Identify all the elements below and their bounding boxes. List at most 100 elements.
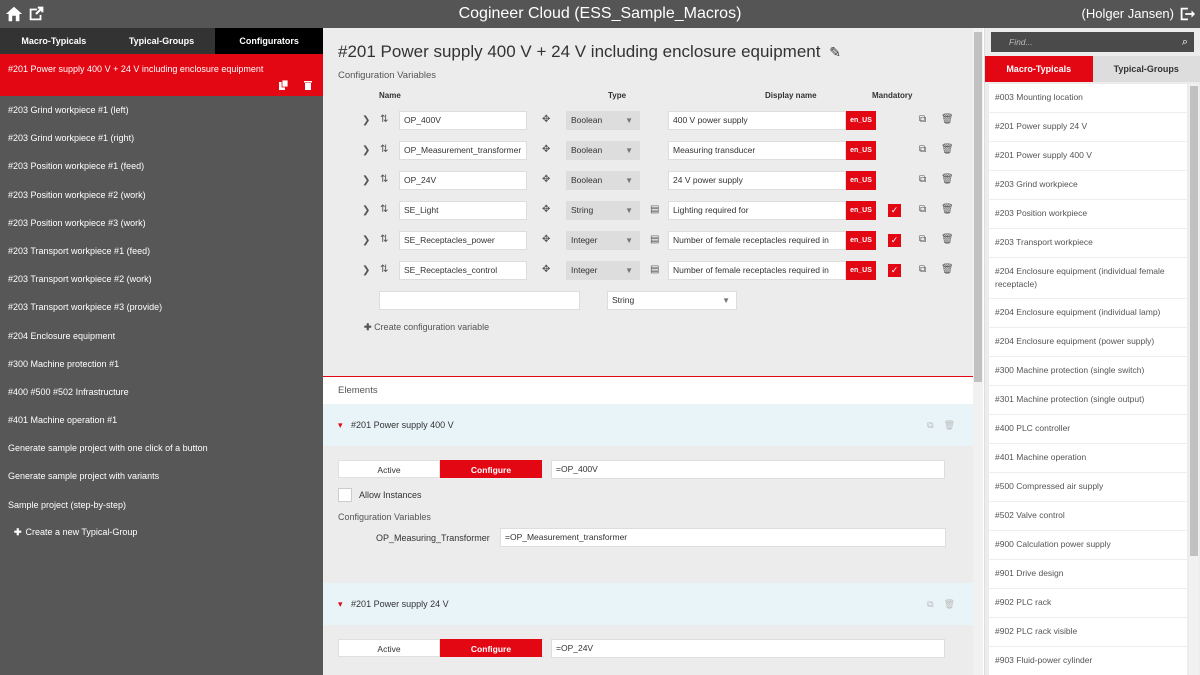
macro-typical-item[interactable]: #502 Valve control xyxy=(989,502,1187,531)
element-expression-input[interactable]: =OP_24V xyxy=(551,639,945,658)
move-icon[interactable]: ✥ xyxy=(542,234,550,245)
configurator-list-item[interactable]: #203 Transport workpiece #1 (feed) xyxy=(0,237,323,265)
configurator-list-item[interactable]: Generate sample project with one click o… xyxy=(0,434,323,462)
mandatory-checkbox[interactable]: ✓ xyxy=(888,264,901,277)
language-badge[interactable]: en_US xyxy=(846,141,876,160)
macro-typical-item[interactable]: #204 Enclosure equipment (individual lam… xyxy=(989,299,1187,328)
configurator-list-item[interactable]: #401 Machine operation #1 xyxy=(0,406,323,434)
variable-name-input[interactable]: OP_Measurement_transformer xyxy=(399,141,527,160)
configurator-list-item[interactable]: #203 Grind workpiece #1 (left) xyxy=(0,96,323,124)
trash-icon[interactable]: 🗑 xyxy=(941,144,954,155)
configurator-list-item[interactable]: #204 Enclosure equipment xyxy=(0,322,323,350)
configurator-list-item[interactable]: #203 Transport workpiece #2 (work) xyxy=(0,265,323,293)
copy-icon[interactable]: ⧉ xyxy=(919,114,926,125)
copy-icon[interactable]: ⧉ xyxy=(919,144,926,155)
copy-icon[interactable] xyxy=(279,80,289,90)
macro-typical-item[interactable]: #901 Drive design xyxy=(989,560,1187,589)
macro-typical-item[interactable]: #301 Machine protection (single output) xyxy=(989,386,1187,415)
tab-macro-typicals[interactable]: Macro-Typicals xyxy=(0,28,108,54)
configurator-list-item[interactable]: #203 Position workpiece #3 (work) xyxy=(0,209,323,237)
macro-typical-item[interactable]: #400 PLC controller xyxy=(989,415,1187,444)
trash-icon[interactable]: 🗑 xyxy=(941,114,954,125)
chevron-right-icon[interactable]: ❯ xyxy=(362,205,370,216)
variable-type-select[interactable]: Boolean ▼ xyxy=(566,141,640,160)
variable-type-select[interactable]: Boolean ▼ xyxy=(566,171,640,190)
sort-icon[interactable]: ⇅ xyxy=(380,114,388,125)
macro-typical-item[interactable]: #203 Transport workpiece xyxy=(989,229,1187,258)
trash-icon[interactable]: 🗑 xyxy=(941,174,954,185)
allow-instances-checkbox[interactable] xyxy=(338,488,352,502)
configurator-list-item[interactable]: #203 Transport workpiece #3 (provide) xyxy=(0,293,323,321)
list-icon[interactable]: ▤ xyxy=(650,204,659,215)
scrollbar-thumb[interactable] xyxy=(974,32,982,382)
active-toggle[interactable]: Active xyxy=(338,460,440,478)
new-variable-name-input[interactable] xyxy=(379,291,580,310)
copy-icon[interactable]: ⧉ xyxy=(919,234,926,245)
trash-icon[interactable] xyxy=(303,80,313,90)
language-badge[interactable]: en_US xyxy=(846,231,876,250)
language-badge[interactable]: en_US xyxy=(846,201,876,220)
configure-toggle[interactable]: Configure xyxy=(440,639,542,657)
list-icon[interactable]: ▤ xyxy=(650,264,659,275)
variable-type-select[interactable]: Integer ▼ xyxy=(566,231,640,250)
tab-typical-groups[interactable]: Typical-Groups xyxy=(1092,56,1200,82)
chevron-right-icon[interactable]: ❯ xyxy=(362,175,370,186)
configurator-list-item[interactable]: #400 #500 #502 Infrastructure xyxy=(0,378,323,406)
search-input[interactable]: Find... ⌕ xyxy=(991,32,1194,52)
move-icon[interactable]: ✥ xyxy=(542,114,550,125)
chevron-right-icon[interactable]: ❯ xyxy=(362,235,370,246)
sort-icon[interactable]: ⇅ xyxy=(380,174,388,185)
variable-name-input[interactable]: OP_24V xyxy=(399,171,527,190)
display-name-input[interactable]: 24 V power supply xyxy=(668,171,846,190)
configurator-list-item[interactable]: #300 Machine protection #1 xyxy=(0,350,323,378)
element-header[interactable]: ▾ #201 Power supply 400 V ⧉ 🗑 xyxy=(323,404,973,446)
display-name-input[interactable]: Number of female receptacles required in xyxy=(668,261,846,280)
configurator-list-item[interactable]: Generate sample project with variants xyxy=(0,462,323,490)
list-icon[interactable]: ▤ xyxy=(650,234,659,245)
trash-icon[interactable]: 🗑 xyxy=(941,234,954,245)
element-header[interactable]: ▾ #201 Power supply 24 V ⧉ 🗑 xyxy=(323,583,973,625)
tab-typical-groups[interactable]: Typical-Groups xyxy=(108,28,216,54)
sort-icon[interactable]: ⇅ xyxy=(380,234,388,245)
trash-icon[interactable]: 🗑 xyxy=(944,420,955,430)
copy-icon[interactable]: ⧉ xyxy=(927,420,933,430)
variable-type-select[interactable]: Integer ▼ xyxy=(566,261,640,280)
macro-typical-item[interactable]: #900 Calculation power supply xyxy=(989,531,1187,560)
element-expression-input[interactable]: =OP_400V xyxy=(551,460,945,479)
search-icon[interactable]: ⌕ xyxy=(1182,32,1188,52)
user-name[interactable]: (Holger Jansen) xyxy=(1082,6,1175,21)
macro-typical-item[interactable]: #902 PLC rack visible xyxy=(989,618,1187,647)
move-icon[interactable]: ✥ xyxy=(542,204,550,215)
display-name-input[interactable]: Measuring transducer xyxy=(668,141,846,160)
display-name-input[interactable]: Lighting required for xyxy=(668,201,846,220)
macro-typical-item[interactable]: #203 Position workpiece xyxy=(989,200,1187,229)
element-config-variable-input[interactable]: =OP_Measurement_transformer xyxy=(500,528,946,547)
active-toggle[interactable]: Active xyxy=(338,639,440,657)
variable-name-input[interactable]: SE_Receptacles_control xyxy=(399,261,527,280)
macro-typical-item[interactable]: #203 Grind workpiece xyxy=(989,171,1187,200)
sort-icon[interactable]: ⇅ xyxy=(380,204,388,215)
logout-icon[interactable] xyxy=(1178,5,1196,23)
selected-configurator[interactable]: #201 Power supply 400 V + 24 V including… xyxy=(0,54,323,96)
sort-icon[interactable]: ⇅ xyxy=(380,264,388,275)
move-icon[interactable]: ✥ xyxy=(542,264,550,275)
move-icon[interactable]: ✥ xyxy=(542,144,550,155)
configurator-list-item[interactable]: #203 Position workpiece #2 (work) xyxy=(0,181,323,209)
language-badge[interactable]: en_US xyxy=(846,171,876,190)
language-badge[interactable]: en_US xyxy=(846,111,876,130)
variable-name-input[interactable]: OP_400V xyxy=(399,111,527,130)
main-scrollbar[interactable] xyxy=(973,28,983,675)
copy-icon[interactable]: ⧉ xyxy=(919,264,926,275)
language-badge[interactable]: en_US xyxy=(846,261,876,280)
scrollbar-thumb[interactable] xyxy=(1190,86,1198,556)
copy-icon[interactable]: ⧉ xyxy=(919,174,926,185)
macro-typical-item[interactable]: #401 Machine operation xyxy=(989,444,1187,473)
macro-typical-item[interactable]: #204 Enclosure equipment (power supply) xyxy=(989,328,1187,357)
create-typical-group-button[interactable]: ✚ Create a new Typical-Group xyxy=(0,519,323,545)
variable-type-select[interactable]: String ▼ xyxy=(566,201,640,220)
move-icon[interactable]: ✥ xyxy=(542,174,550,185)
variable-name-input[interactable]: SE_Receptacles_power xyxy=(399,231,527,250)
macro-typical-item[interactable]: #500 Compressed air supply xyxy=(989,473,1187,502)
right-scrollbar[interactable] xyxy=(1189,84,1199,675)
configurator-list-item[interactable]: #203 Grind workpiece #1 (right) xyxy=(0,124,323,152)
